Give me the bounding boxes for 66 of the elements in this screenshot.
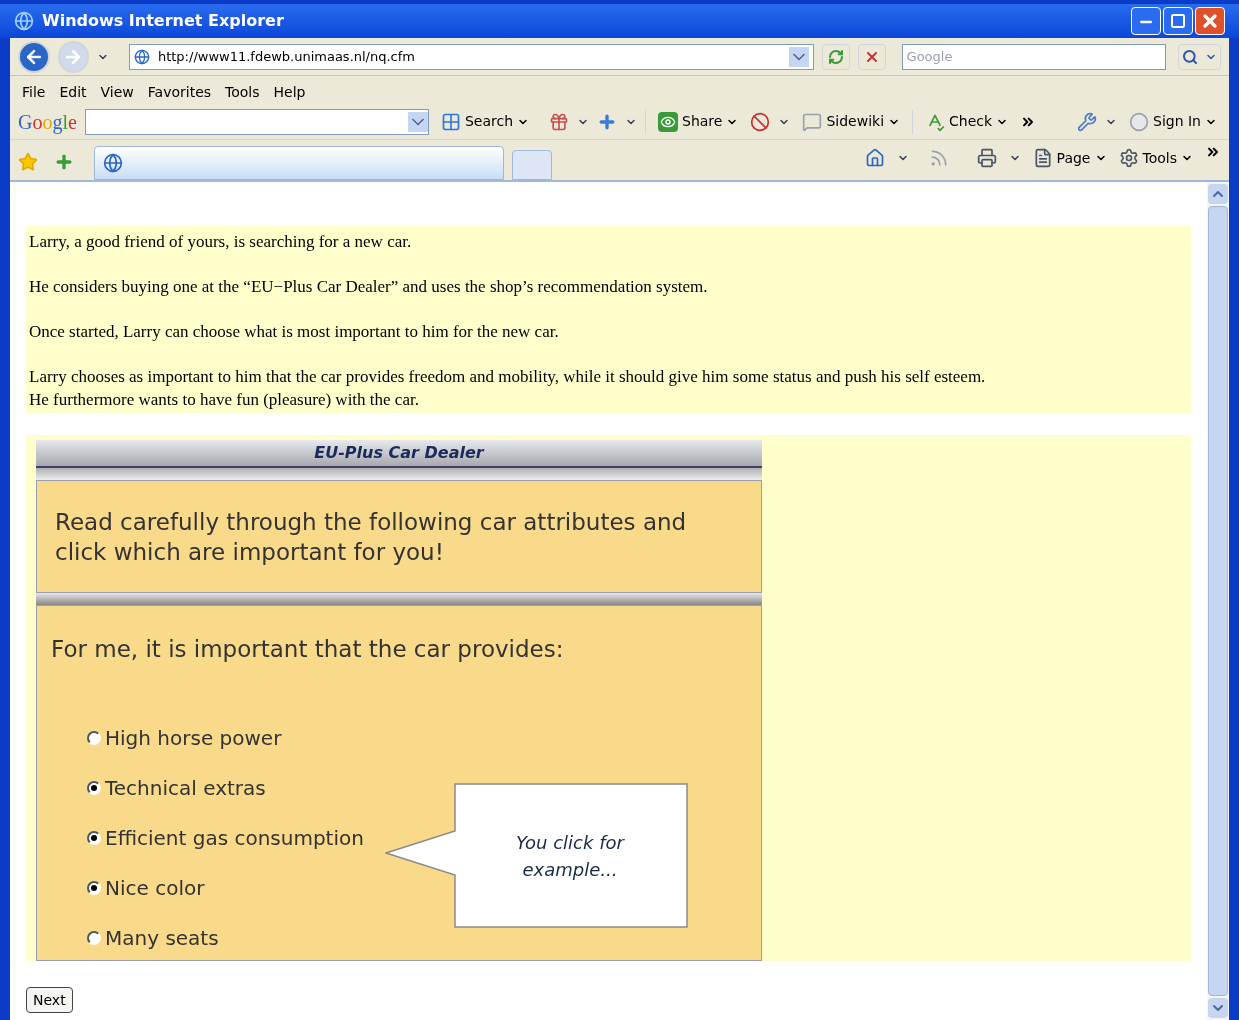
command-button[interactable]: Tools [1118, 147, 1193, 169]
callout-text: You click for example... [515, 831, 626, 882]
browser-logo-icon [14, 11, 34, 31]
wrench-icon[interactable] [1077, 111, 1097, 132]
option-label: Efficient gas consumption [105, 824, 364, 852]
search-icon [1181, 48, 1198, 65]
print-icon[interactable] [976, 148, 997, 168]
search-field[interactable]: Google [901, 43, 1166, 70]
question-text: For me, it is important that the car provides: [51, 635, 565, 664]
blocked-icon[interactable] [750, 111, 771, 132]
window-title: Windows Internet Explorer [42, 10, 284, 32]
address-field[interactable]: http://www11.fdewb.unimaas.nl/nq.cfm [128, 43, 815, 70]
radio-button[interactable] [87, 730, 101, 745]
next-button[interactable]: Next [26, 987, 73, 1013]
add-favorite-icon[interactable] [54, 152, 74, 172]
menu-item[interactable]: Favorites [147, 81, 212, 103]
dropdown-icon[interactable] [407, 111, 428, 132]
option-label: Nice color [105, 874, 205, 902]
toolbar-button[interactable]: Sidewiki [798, 111, 905, 132]
dealer-title: EU-Plus Car Dealer [314, 442, 484, 464]
home-icon[interactable] [864, 148, 885, 168]
menu-item[interactable]: Tools [225, 81, 260, 103]
radio-button[interactable] [87, 830, 101, 845]
maximize-icon [1170, 13, 1186, 29]
gear-icon [1118, 148, 1139, 168]
favorites-star-icon[interactable] [18, 152, 38, 172]
circle-icon [1129, 111, 1149, 132]
command-button[interactable]: Page [1032, 147, 1107, 169]
toolbar-button[interactable]: Search [436, 111, 533, 132]
page-icon [133, 48, 150, 65]
speech-icon [802, 111, 823, 132]
close-icon [1200, 11, 1220, 31]
back-button[interactable] [18, 40, 50, 73]
paragraph: He furthermore wants to have fun (pleasure) with the car. [29, 389, 420, 411]
option-label: High horse power [105, 724, 282, 752]
paragraph: He considers buying one at the “EU−Plus Car Dealer” and uses the shop’s recommendation system. [29, 276, 709, 298]
radio-button[interactable] [87, 780, 101, 795]
stop-button[interactable] [858, 43, 886, 70]
radio-button[interactable] [87, 880, 101, 895]
instruction-text: Read carefully through the following car attributes and click which are important for you! [55, 507, 688, 567]
menu-item[interactable]: Edit [59, 81, 87, 103]
maximize-button[interactable] [1163, 7, 1193, 35]
menu-item[interactable]: Help [273, 81, 306, 103]
radio-button[interactable] [87, 930, 101, 945]
eye-icon [658, 111, 678, 132]
toolbar-button[interactable]: Share [654, 111, 743, 132]
refresh-button[interactable] [822, 43, 850, 70]
paragraph: Larry, a good friend of yours, is searching for a new car. [29, 231, 413, 253]
toolbar-button[interactable]: Check [921, 111, 1013, 132]
refresh-icon [828, 48, 845, 65]
close-button[interactable] [1195, 7, 1225, 35]
search-button[interactable] [1177, 43, 1221, 70]
paragraph: Once started, Larry can choose what is most important to him for the new car. [29, 321, 560, 343]
menu-item[interactable]: View [100, 81, 134, 103]
google-logo: Google [18, 109, 77, 136]
option-label: Many seats [105, 924, 219, 952]
colored-squares-icon [440, 111, 461, 132]
toolbar-button[interactable]: Sign In [1125, 111, 1221, 132]
minimize-button[interactable] [1131, 7, 1161, 35]
dropdown-icon[interactable] [789, 46, 810, 67]
paragraph: Larry chooses as important to him that the car provides freedom and mobility, while it should give him some status and push his self esteem. [29, 366, 987, 388]
menu-item[interactable]: File [22, 81, 46, 103]
gift-icon[interactable] [549, 111, 569, 132]
option-label: Technical extras [105, 774, 266, 802]
page-icon [103, 153, 123, 173]
google-search-field[interactable] [84, 108, 429, 135]
